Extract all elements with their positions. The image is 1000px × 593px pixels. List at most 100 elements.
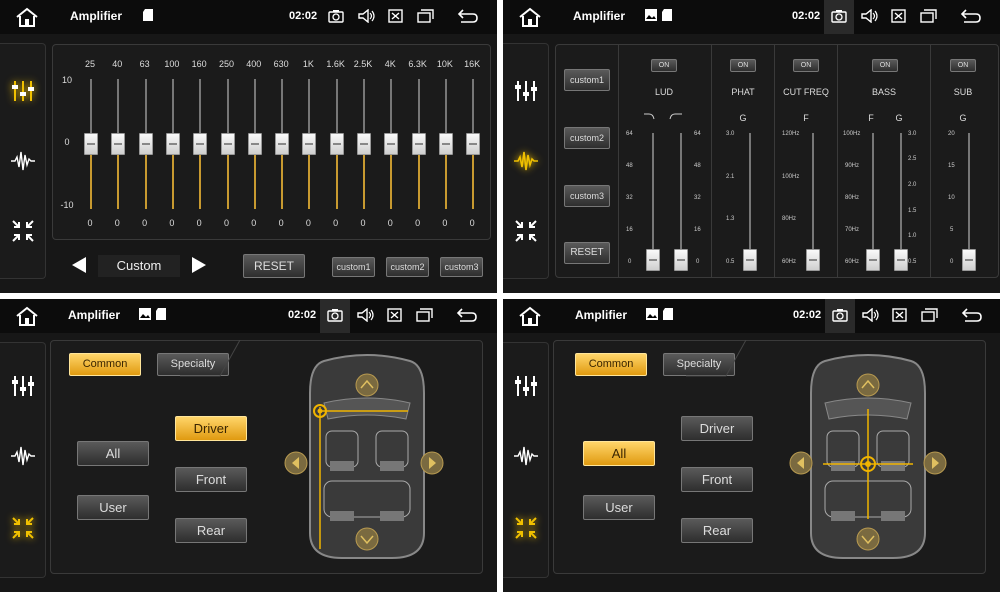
equalizer-icon[interactable]: [10, 78, 36, 104]
user-button[interactable]: User: [77, 495, 149, 520]
eq-freq-label: 25: [84, 59, 95, 69]
eq-slider-knob[interactable]: [384, 133, 399, 155]
close-window-icon[interactable]: [891, 9, 906, 23]
eq-slider-knob[interactable]: [111, 133, 126, 155]
close-window-icon[interactable]: [387, 308, 402, 322]
eq-value-label: 0: [142, 218, 148, 228]
phat-slider[interactable]: [743, 249, 757, 271]
equalizer-icon[interactable]: [513, 373, 539, 399]
sub-slider[interactable]: [962, 249, 976, 271]
lud-toggle[interactable]: ON: [651, 59, 677, 72]
balance-icon[interactable]: [513, 218, 539, 244]
eq-slider-knob[interactable]: [220, 133, 235, 155]
eq-slider-knob[interactable]: [138, 133, 153, 155]
tab-common[interactable]: Common: [575, 353, 647, 376]
eq-slider-knob[interactable]: [193, 133, 208, 155]
equalizer-icon[interactable]: [10, 373, 36, 399]
eq-custom3-button[interactable]: custom3: [440, 257, 483, 277]
eq-slider-knob[interactable]: [84, 133, 98, 155]
tab-common[interactable]: Common: [69, 353, 141, 376]
back-icon[interactable]: [960, 9, 982, 23]
eq-slider-knob[interactable]: [466, 133, 481, 155]
close-window-icon[interactable]: [388, 9, 403, 23]
bass-toggle[interactable]: ON: [872, 59, 898, 72]
recent-apps-icon[interactable]: [921, 308, 938, 322]
home-icon[interactable]: [517, 305, 543, 327]
camera-icon[interactable]: [832, 308, 848, 322]
driver-button[interactable]: Driver: [681, 416, 753, 441]
lud-slider-2[interactable]: [674, 249, 688, 271]
balance-icon[interactable]: [513, 515, 539, 541]
home-icon[interactable]: [14, 305, 40, 327]
filter-custom2-button[interactable]: custom2: [564, 127, 610, 149]
volume-icon[interactable]: [357, 308, 375, 322]
close-window-icon[interactable]: [892, 308, 907, 322]
phat-toggle[interactable]: ON: [730, 59, 756, 72]
back-icon[interactable]: [457, 9, 479, 23]
volume-icon[interactable]: [862, 308, 880, 322]
filter-reset-button[interactable]: RESET: [564, 242, 610, 264]
rear-button[interactable]: Rear: [175, 518, 247, 543]
recent-apps-icon[interactable]: [920, 9, 937, 23]
rear-button[interactable]: Rear: [681, 518, 753, 543]
balance-left-icon[interactable]: [789, 451, 813, 475]
recent-apps-icon[interactable]: [417, 9, 434, 23]
balance-icon[interactable]: [10, 218, 36, 244]
camera-icon[interactable]: [327, 308, 343, 322]
volume-icon[interactable]: [358, 9, 376, 23]
filter-custom1-button[interactable]: custom1: [564, 69, 610, 91]
eq-slider-knob[interactable]: [165, 133, 180, 155]
front-button[interactable]: Front: [681, 467, 753, 492]
home-icon[interactable]: [517, 6, 543, 28]
equalizer-icon[interactable]: [513, 78, 539, 104]
back-icon[interactable]: [961, 308, 983, 322]
eq-slider-knob[interactable]: [329, 133, 344, 155]
image-icon: [645, 9, 657, 21]
balance-right-icon[interactable]: [420, 451, 444, 475]
eq-slider-knob[interactable]: [302, 133, 317, 155]
eq-slider-knob[interactable]: [411, 133, 426, 155]
balance-left-icon[interactable]: [284, 451, 308, 475]
sd-card-icon: [143, 9, 153, 21]
bass-gain-slider[interactable]: [894, 249, 908, 271]
cutfreq-track: [812, 133, 814, 267]
eq-slider-knob[interactable]: [247, 133, 262, 155]
filter-custom3-button[interactable]: custom3: [564, 185, 610, 207]
cutfreq-toggle[interactable]: ON: [793, 59, 819, 72]
next-preset-icon[interactable]: [190, 256, 208, 274]
sub-toggle[interactable]: ON: [950, 59, 976, 72]
eq-reset-button[interactable]: RESET: [243, 254, 305, 278]
eq-value-label: 0: [169, 218, 175, 228]
lud-slider-1[interactable]: [646, 249, 660, 271]
balance-icon[interactable]: [10, 515, 36, 541]
bass-freq-slider[interactable]: [866, 249, 880, 271]
volume-icon[interactable]: [861, 9, 879, 23]
prev-preset-icon[interactable]: [70, 256, 88, 274]
eq-slider-knob[interactable]: [438, 133, 453, 155]
eq-custom2-button[interactable]: custom2: [386, 257, 429, 277]
recent-apps-icon[interactable]: [416, 308, 433, 322]
bass-label: BASS: [871, 87, 896, 97]
back-icon[interactable]: [456, 308, 478, 322]
camera-icon[interactable]: [831, 9, 847, 23]
sub-sublabel: G: [959, 113, 967, 123]
waveform-icon[interactable]: [513, 148, 539, 174]
balance-right-icon[interactable]: [923, 451, 947, 475]
waveform-icon[interactable]: [10, 443, 36, 469]
eq-custom1-button[interactable]: custom1: [332, 257, 375, 277]
front-button[interactable]: Front: [175, 467, 247, 492]
home-icon[interactable]: [14, 6, 40, 28]
eq-freq-label: 6.3K: [408, 59, 427, 69]
driver-button[interactable]: Driver: [175, 416, 247, 441]
cutfreq-slider[interactable]: [806, 249, 820, 271]
all-button[interactable]: All: [77, 441, 149, 466]
sidebar: [0, 43, 46, 279]
eq-slider-knob[interactable]: [275, 133, 290, 155]
waveform-icon[interactable]: [10, 148, 36, 174]
waveform-icon[interactable]: [513, 443, 539, 469]
eq-slider-knob[interactable]: [357, 133, 371, 155]
eq-freq-label: 160: [191, 59, 207, 69]
camera-icon[interactable]: [328, 9, 344, 23]
user-button[interactable]: User: [583, 495, 655, 520]
all-button[interactable]: All: [583, 441, 655, 466]
